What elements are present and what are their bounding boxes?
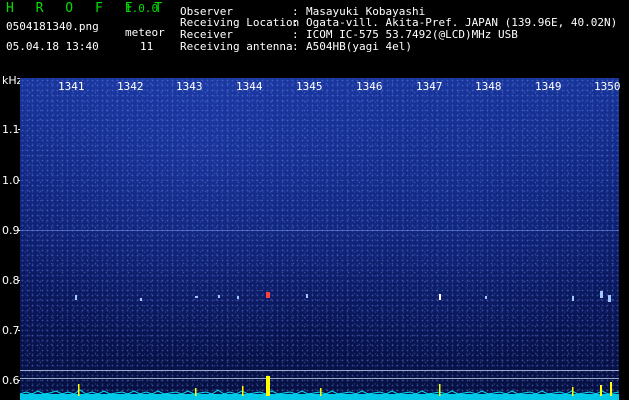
meteor-spike — [78, 384, 80, 396]
x-tick-label: 1343 — [176, 80, 203, 93]
meteor-spike — [610, 382, 612, 396]
x-tick-label: 1350 — [594, 80, 621, 93]
x-tick-label: 1348 — [475, 80, 502, 93]
meteor-spike — [242, 386, 244, 396]
spectrum-noise-line — [20, 389, 619, 395]
meteor-spike — [439, 384, 441, 396]
image-filename: 0504181340.png — [6, 20, 99, 33]
meteor-echo-red — [266, 292, 270, 298]
x-tick-label: 1345 — [296, 80, 323, 93]
echo-trace — [75, 295, 77, 300]
y-tick-label: 0.8 — [2, 274, 20, 287]
meteor-spike — [266, 376, 270, 396]
echo-trace — [600, 291, 603, 298]
y-tick-label: 1.1 — [2, 123, 20, 136]
echo-trace — [140, 298, 142, 301]
x-tick-label: 1342 — [117, 80, 144, 93]
info-label-antenna: Receiving antenna — [180, 40, 293, 53]
echo-trace — [195, 296, 198, 298]
spectrum-baseline — [20, 389, 619, 400]
info-separator: : — [292, 40, 299, 53]
echo-trace — [237, 296, 239, 299]
echo-trace — [608, 295, 611, 302]
meteor-count: 11 — [140, 40, 154, 53]
echo-dots — [75, 291, 611, 302]
spectrum-floor — [20, 394, 619, 400]
x-tick-label: 1341 — [58, 80, 85, 93]
capture-datetime: 05.04.18 13:40 — [6, 40, 99, 53]
echo-trace — [485, 296, 487, 299]
x-tick-label: 1347 — [416, 80, 443, 93]
echo-trace — [218, 295, 220, 298]
y-tick-label: 1.0 — [2, 174, 20, 187]
meteor-spike — [195, 388, 197, 396]
meteor-spike — [572, 387, 574, 396]
app-version: 1.0.0 — [125, 2, 159, 15]
y-tick-label: 0.6 — [2, 374, 20, 387]
x-tick-label: 1349 — [535, 80, 562, 93]
meteor-spike — [320, 388, 322, 396]
echo-trace — [572, 296, 574, 301]
meteor-label: meteor — [125, 26, 165, 39]
echo-trace — [306, 294, 308, 298]
meteor-spike — [600, 385, 602, 396]
echo-trace — [439, 294, 441, 300]
info-value-antenna: A504HB(yagi 4el) — [306, 40, 412, 53]
x-tick-label: 1346 — [356, 80, 383, 93]
spectrogram-plot — [20, 78, 619, 400]
x-tick-label: 1344 — [236, 80, 263, 93]
signal-spectrum — [20, 376, 619, 400]
y-tick-label: 0.9 — [2, 224, 20, 237]
echo-overlay — [75, 291, 611, 302]
y-tick-label: 0.7 — [2, 324, 20, 337]
